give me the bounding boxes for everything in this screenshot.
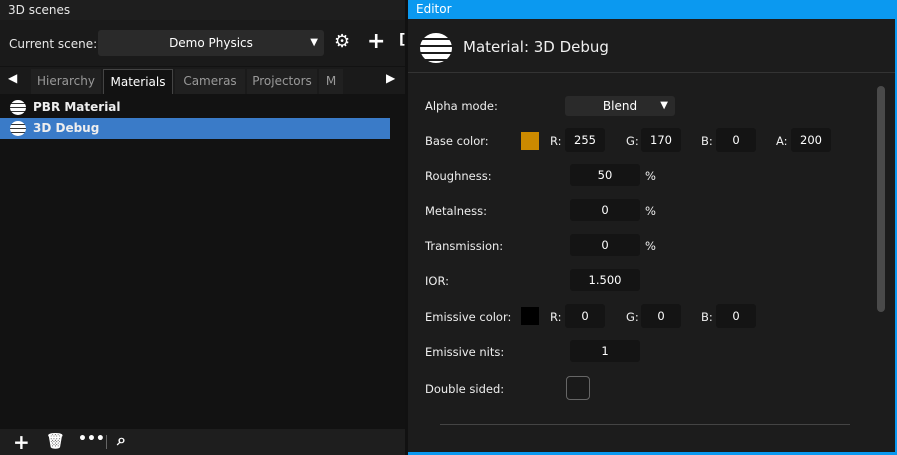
item-label: PBR Material: [33, 100, 121, 114]
current-scene-label: Current scene:: [9, 37, 98, 51]
base-b-input[interactable]: 0: [716, 128, 756, 152]
g-label: G:: [626, 310, 639, 324]
g-label: G:: [626, 134, 639, 148]
alpha-mode-label: Alpha mode:: [425, 99, 498, 113]
b-label: B:: [701, 310, 713, 324]
double-sided-checkbox[interactable]: [566, 376, 590, 400]
base-color-swatch[interactable]: [521, 132, 539, 150]
material-icon: [10, 100, 26, 115]
base-a-input[interactable]: 200: [791, 128, 831, 152]
ior-input[interactable]: 1.500: [570, 269, 640, 291]
scrollbar[interactable]: [877, 86, 885, 312]
alpha-mode-select[interactable]: Blend ▼: [565, 96, 675, 116]
emissive-g-input[interactable]: 0: [641, 304, 681, 328]
material-icon: [420, 33, 452, 63]
r-label: R:: [550, 134, 562, 148]
gear-icon[interactable]: ⚙: [334, 31, 350, 52]
more-icon[interactable]: •••: [78, 431, 105, 447]
a-label: A:: [776, 134, 788, 148]
alpha-mode-value: Blend: [602, 99, 638, 113]
emissive-r-input[interactable]: 0: [565, 304, 605, 328]
percent-label: %: [645, 239, 656, 253]
metalness-label: Metalness:: [425, 204, 487, 218]
add-icon[interactable]: +: [13, 430, 30, 454]
tab-bar: ◀ Hierarchy Materials Cameras Projectors…: [0, 67, 405, 94]
scenes-panel: 3D scenes Current scene: Demo Physics ▼ ⚙…: [0, 0, 405, 455]
tab-more[interactable]: M: [319, 69, 343, 94]
ior-label: IOR:: [425, 274, 449, 288]
chevron-down-icon: ▼: [310, 37, 318, 48]
tab-projectors[interactable]: Projectors: [247, 69, 317, 94]
transmission-label: Transmission:: [425, 239, 504, 253]
list-item[interactable]: 3D Debug: [0, 118, 390, 139]
item-label: 3D Debug: [33, 121, 100, 135]
b-label: B:: [701, 134, 713, 148]
divider: [440, 424, 850, 425]
r-label: R:: [550, 310, 562, 324]
editor-panel: Editor Material: 3D Debug Alpha mode: Bl…: [408, 0, 897, 455]
base-g-input[interactable]: 170: [641, 128, 681, 152]
divider: [106, 435, 107, 449]
base-color-label: Base color:: [425, 134, 489, 148]
percent-label: %: [645, 204, 656, 218]
percent-label: %: [645, 169, 656, 183]
add-icon[interactable]: +: [367, 29, 385, 54]
editor-header: Material: 3D Debug: [408, 19, 895, 73]
materials-list: PBR Material 3D Debug: [0, 97, 390, 139]
list-item[interactable]: PBR Material: [0, 97, 390, 118]
emissive-b-input[interactable]: 0: [716, 304, 756, 328]
panel-title: 3D scenes: [0, 0, 405, 20]
editor-title: Editor: [408, 0, 895, 19]
emissive-color-swatch[interactable]: [521, 307, 539, 325]
chevron-down-icon: ▼: [660, 100, 668, 111]
scroll-right-icon[interactable]: ▶: [386, 71, 395, 85]
material-heading: Material: 3D Debug: [463, 38, 609, 56]
scene-bar: Current scene: Demo Physics ▼ ⚙ + [: [0, 20, 405, 66]
material-icon: [10, 121, 26, 136]
delete-icon[interactable]: [: [399, 32, 405, 48]
bottom-toolbar: + 🗑 ••• ⌕: [0, 429, 405, 455]
search-icon[interactable]: ⌕: [117, 430, 126, 450]
trash-icon[interactable]: 🗑: [46, 432, 65, 450]
emissive-nits-label: Emissive nits:: [425, 345, 505, 359]
transmission-input[interactable]: 0: [570, 234, 640, 256]
tab-materials[interactable]: Materials: [103, 69, 173, 94]
tab-cameras[interactable]: Cameras: [175, 69, 245, 94]
scene-select[interactable]: Demo Physics ▼: [98, 30, 324, 56]
scroll-left-icon[interactable]: ◀: [8, 71, 17, 85]
base-r-input[interactable]: 255: [565, 128, 605, 152]
emissive-nits-input[interactable]: 1: [570, 340, 640, 362]
scene-value: Demo Physics: [169, 36, 253, 50]
metalness-input[interactable]: 0: [570, 199, 640, 221]
emissive-color-label: Emissive color:: [425, 310, 512, 324]
roughness-label: Roughness:: [425, 169, 492, 183]
tab-hierarchy[interactable]: Hierarchy: [31, 69, 101, 94]
double-sided-label: Double sided:: [425, 382, 505, 396]
roughness-input[interactable]: 50: [570, 164, 640, 186]
